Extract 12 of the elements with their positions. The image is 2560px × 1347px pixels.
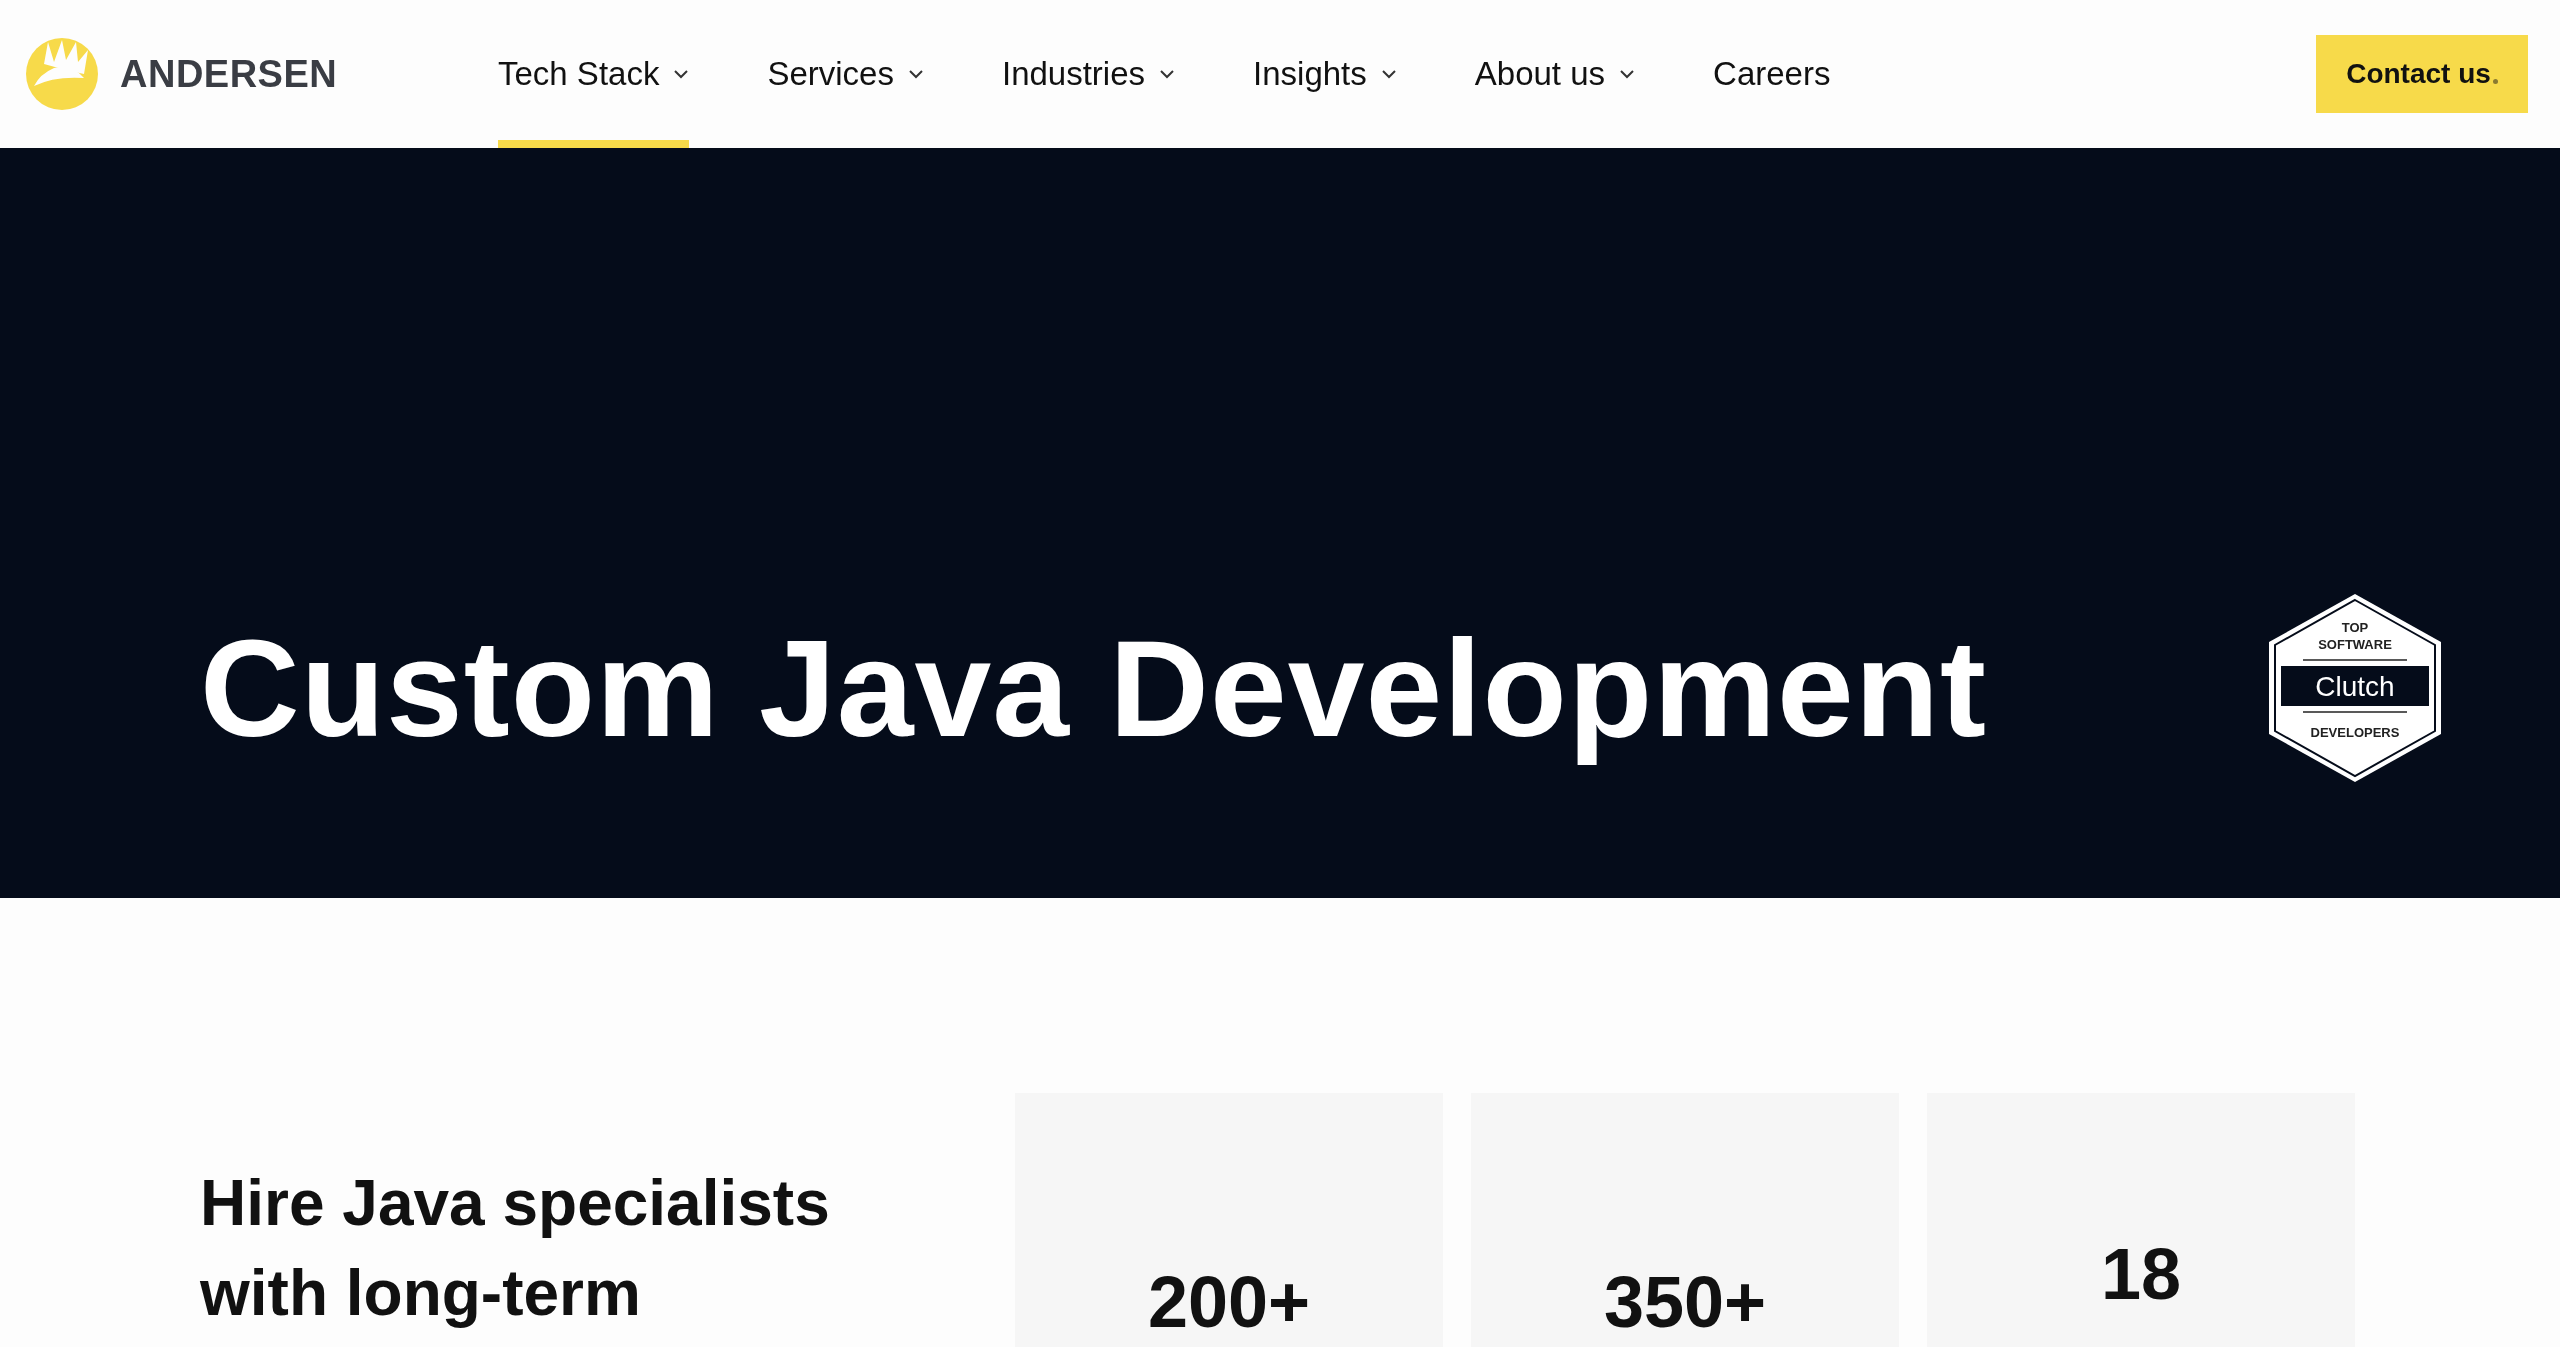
logo-text: ANDERSEN [120,52,338,96]
nav-link[interactable]: Industries [1001,0,1176,148]
contact-button[interactable]: Contact us [2316,35,2528,113]
stat-value: 350+ [1603,1261,1767,1344]
hero-title: Custom Java Development [200,609,1987,767]
nav-link[interactable]: About us [1474,0,1636,148]
stat-value: 18 [2100,1233,2182,1316]
nav-link[interactable]: Insights [1253,0,1397,148]
stat-value: 200+ [1147,1261,1311,1344]
nav-link[interactable]: Services [767,0,924,148]
section-heading: Hire Java specialists with long-term [200,1166,831,1331]
nav-link[interactable]: Careers [1713,0,1831,148]
